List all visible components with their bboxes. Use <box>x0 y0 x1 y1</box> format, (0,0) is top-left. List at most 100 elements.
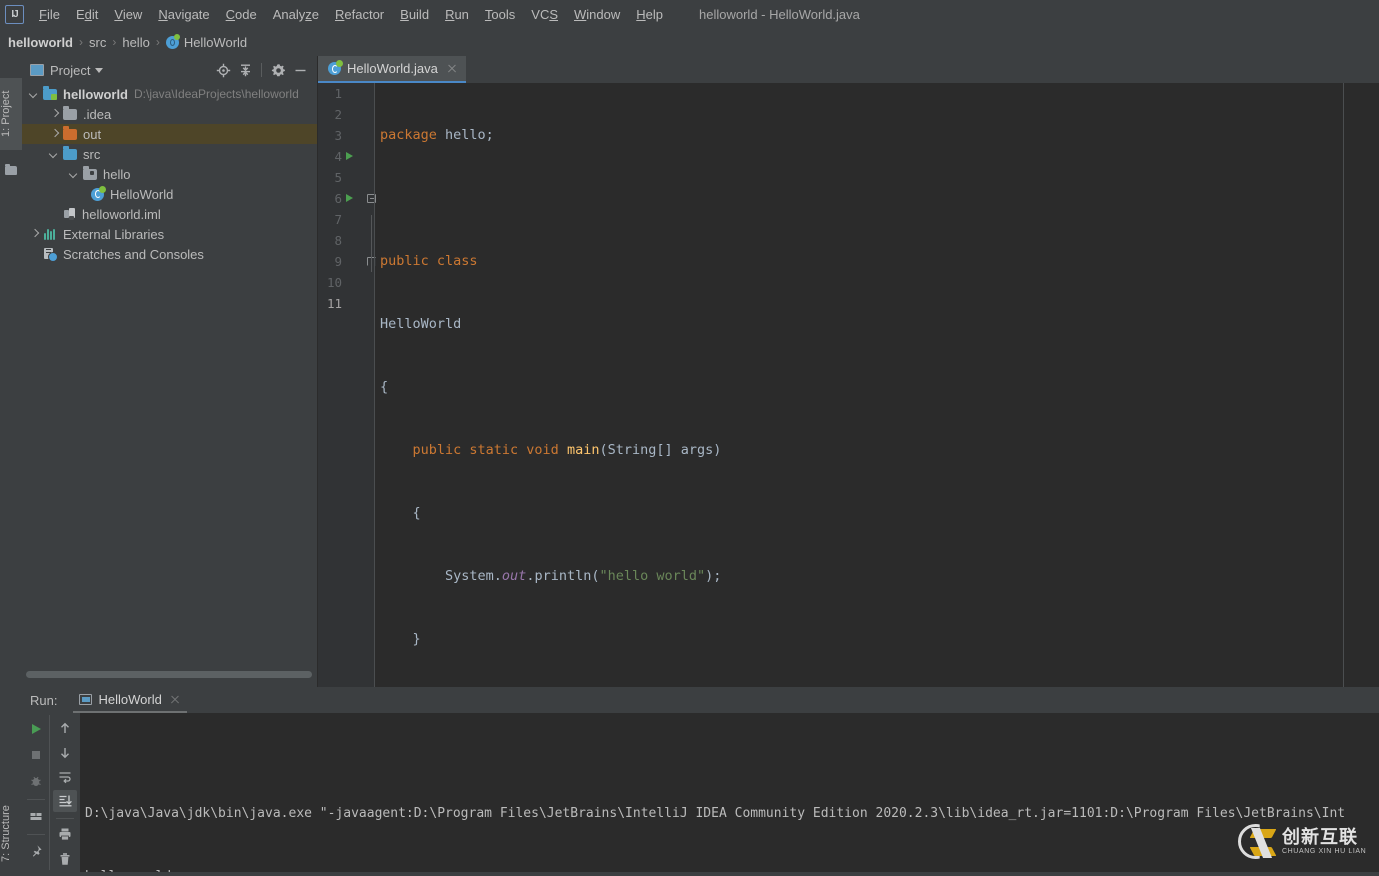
folder-source-icon <box>63 146 78 161</box>
tree-label: HelloWorld <box>110 186 174 202</box>
menu-code[interactable]: Code <box>218 3 265 26</box>
close-icon[interactable] <box>170 694 181 705</box>
trash-icon[interactable] <box>53 848 77 870</box>
chevron-right-icon[interactable] <box>30 230 39 239</box>
debug-icon[interactable] <box>24 769 48 793</box>
chevron-right-icon[interactable] <box>50 110 59 119</box>
java-class-icon <box>90 185 106 201</box>
code-line: public static void main(String[] args) <box>412 442 722 458</box>
gutter-line: 10 <box>318 272 375 293</box>
tree-path: D:\java\IdeaProjects\helloworld <box>134 87 299 101</box>
menu-analyze[interactable]: Analyze <box>265 3 327 26</box>
line-number: 10 <box>326 275 342 290</box>
menu-window[interactable]: Window <box>566 3 628 26</box>
tree-row-src[interactable]: src <box>22 144 317 164</box>
rerun-play-icon[interactable] <box>24 717 48 741</box>
tree-row-helloworld-class[interactable]: HelloWorld <box>22 184 317 204</box>
chevron-down-icon[interactable] <box>70 170 79 179</box>
chevron-right-icon[interactable] <box>50 130 59 139</box>
hide-icon[interactable] <box>289 59 311 81</box>
project-tree[interactable]: helloworld D:\java\IdeaProjects\hellowor… <box>22 84 317 667</box>
code-content[interactable]: package hello; public class HelloWorld {… <box>375 83 1379 776</box>
gutter-line: 2 <box>318 104 375 125</box>
run-toolbar-left <box>22 713 49 872</box>
code-line: package hello; <box>380 127 494 143</box>
down-arrow-icon[interactable] <box>53 741 77 763</box>
run-tab-label: HelloWorld <box>98 691 162 707</box>
project-panel-toolbar <box>212 59 317 81</box>
intellij-logo-icon: IJ <box>5 4 24 24</box>
watermark-mark-icon <box>1238 822 1278 862</box>
menu-navigate[interactable]: Navigate <box>150 3 217 26</box>
print-icon[interactable] <box>53 823 77 845</box>
tree-label: helloworld.iml <box>82 206 161 222</box>
project-horizontal-scrollbar[interactable] <box>22 667 317 681</box>
code-editor[interactable]: 1 2 3 4 5 6 7 8 9 10 11 package hello; p… <box>318 83 1379 776</box>
console-text: D:\java\Java\jdk\bin\java.exe "-javaagen… <box>80 755 1379 872</box>
close-icon[interactable] <box>446 63 458 75</box>
project-panel-title: Project <box>50 62 91 78</box>
tree-row-idea[interactable]: .idea <box>22 104 317 124</box>
run-tab-helloworld[interactable]: HelloWorld <box>73 687 187 713</box>
run-console-output[interactable]: D:\java\Java\jdk\bin\java.exe "-javaagen… <box>80 713 1379 872</box>
locate-icon[interactable] <box>212 59 234 81</box>
tree-row-external-libraries[interactable]: External Libraries <box>22 224 317 244</box>
scrollbar-thumb[interactable] <box>26 671 312 678</box>
menu-tools[interactable]: Tools <box>477 3 523 26</box>
menu-build[interactable]: Build <box>392 3 437 26</box>
run-gutter-icon[interactable] <box>346 152 353 160</box>
menu-view[interactable]: View <box>106 3 150 26</box>
fold-region-line <box>370 215 372 272</box>
breadcrumb-item-hello[interactable]: hello <box>122 35 149 50</box>
soft-wrap-icon[interactable] <box>53 766 77 788</box>
tool-tab-structure[interactable]: 7: Structure <box>0 792 22 876</box>
watermark-logo: 创新互联 CHUANG XIN HU LIAN <box>1238 820 1373 864</box>
menu-vcs[interactable]: VCS <box>523 3 566 26</box>
editor-area: HelloWorld.java 1 2 3 4 5 6 7 8 9 10 11 <box>318 56 1379 776</box>
pin-icon[interactable] <box>24 839 48 863</box>
chevron-down-icon[interactable] <box>95 67 104 73</box>
up-arrow-icon[interactable] <box>53 717 77 739</box>
watermark-pinyin: CHUANG XIN HU LIAN <box>1282 847 1367 855</box>
menu-edit[interactable]: Edit <box>68 3 106 26</box>
run-gutter-icon[interactable] <box>346 194 353 202</box>
chevron-down-icon[interactable] <box>50 150 59 159</box>
stop-icon[interactable] <box>24 743 48 767</box>
tree-label: hello <box>103 166 131 182</box>
menu-help[interactable]: Help <box>628 3 671 26</box>
chevron-down-icon[interactable] <box>30 90 39 99</box>
breadcrumb-item-project[interactable]: helloworld <box>8 35 73 50</box>
breadcrumb-item-class[interactable]: HelloWorld <box>184 35 247 50</box>
gutter-line: 6 <box>318 188 376 209</box>
collapse-all-icon[interactable] <box>234 59 256 81</box>
tree-label: out <box>83 126 102 142</box>
run-panel-header: Run: HelloWorld <box>22 687 1379 713</box>
libraries-icon <box>43 228 58 241</box>
menu-run[interactable]: Run <box>437 3 477 26</box>
breadcrumb-separator: › <box>79 35 83 49</box>
editor-gutter[interactable]: 1 2 3 4 5 6 7 8 9 10 11 <box>318 83 376 687</box>
scratches-icon <box>43 247 58 262</box>
editor-tab-helloworld-java[interactable]: HelloWorld.java <box>318 56 466 83</box>
console-line: hello world <box>85 866 1379 872</box>
menu-refactor[interactable]: Refactor <box>327 3 392 26</box>
menu-file[interactable]: File <box>31 3 68 26</box>
gutter-line: 3 <box>318 125 375 146</box>
tree-row-out[interactable]: out <box>22 124 317 144</box>
code-line: { <box>380 505 421 521</box>
breadcrumb-item-src[interactable]: src <box>89 35 106 50</box>
tree-row-iml[interactable]: helloworld.iml <box>22 204 317 224</box>
code-line: public class <box>380 253 478 269</box>
tree-row-scratches[interactable]: Scratches and Consoles <box>22 244 317 264</box>
code-line: { <box>380 379 389 395</box>
line-number: 4 <box>334 149 342 164</box>
tree-row-hello[interactable]: hello <box>22 164 317 184</box>
layout-icon[interactable] <box>24 804 48 828</box>
tool-tab-project[interactable]: 1: Project <box>0 78 22 150</box>
gear-icon[interactable] <box>267 59 289 81</box>
folder-icon <box>5 164 17 175</box>
right-margin-guide <box>1343 83 1344 687</box>
line-number: 6 <box>334 191 342 206</box>
scroll-to-end-icon[interactable] <box>53 790 77 813</box>
tree-row-helloworld[interactable]: helloworld D:\java\IdeaProjects\hellowor… <box>22 84 317 104</box>
